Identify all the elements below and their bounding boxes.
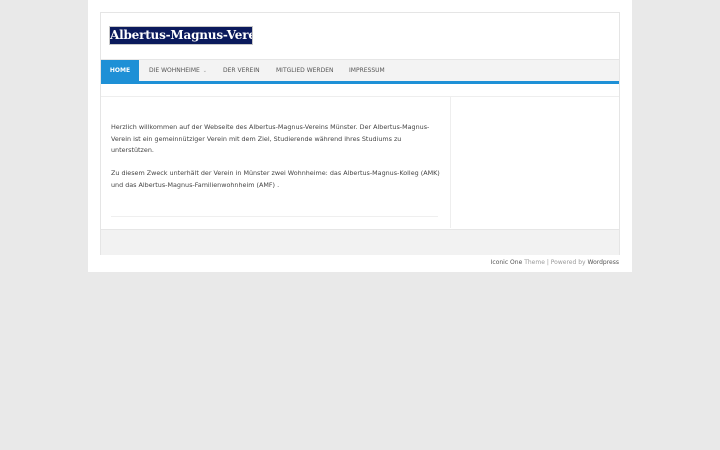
wohnheime-paragraph: Zu diesem Zweck unterhält der Verein in …	[111, 169, 440, 189]
nav-item-mitglied-werden[interactable]: MITGLIED WERDEN	[276, 60, 333, 82]
sidebar	[451, 96, 619, 228]
powered-by-text: Powered by	[550, 259, 586, 266]
wordpress-link[interactable]: Wordpress	[587, 259, 619, 266]
footer-credits: Iconic One Theme | Powered by Wordpress	[491, 259, 619, 266]
content-divider	[111, 216, 438, 217]
site-container: Albertus-Magnus-Verein HOME DIE WOHNHEIM…	[100, 12, 620, 255]
main-content: Herzlich willkommen auf der Webseite des…	[101, 96, 451, 228]
credits-separator: |	[546, 259, 549, 266]
nav-item-die-wohnheime[interactable]: DIE WOHNHEIME ⌄	[149, 60, 207, 82]
main-navigation: HOME DIE WOHNHEIME ⌄ DER VEREIN MITGLIED …	[101, 59, 619, 82]
nav-item-home[interactable]: HOME	[101, 60, 139, 82]
nav-item-label: DIE WOHNHEIME	[149, 67, 200, 74]
footer-band	[101, 229, 619, 255]
nav-accent-bar	[101, 81, 619, 84]
site-logo[interactable]: Albertus-Magnus-Verein	[109, 26, 253, 45]
intro-paragraph: Herzlich willkommen auf der Webseite des…	[111, 123, 430, 154]
theme-link[interactable]: Iconic One	[491, 259, 523, 266]
nav-item-impressum[interactable]: IMPRESSUM	[349, 60, 385, 82]
nav-item-der-verein[interactable]: DER VEREIN	[223, 60, 260, 82]
page-wrapper: Albertus-Magnus-Verein HOME DIE WOHNHEIM…	[88, 0, 632, 272]
theme-word: Theme	[524, 259, 545, 266]
chevron-down-icon: ⌄	[202, 68, 207, 74]
